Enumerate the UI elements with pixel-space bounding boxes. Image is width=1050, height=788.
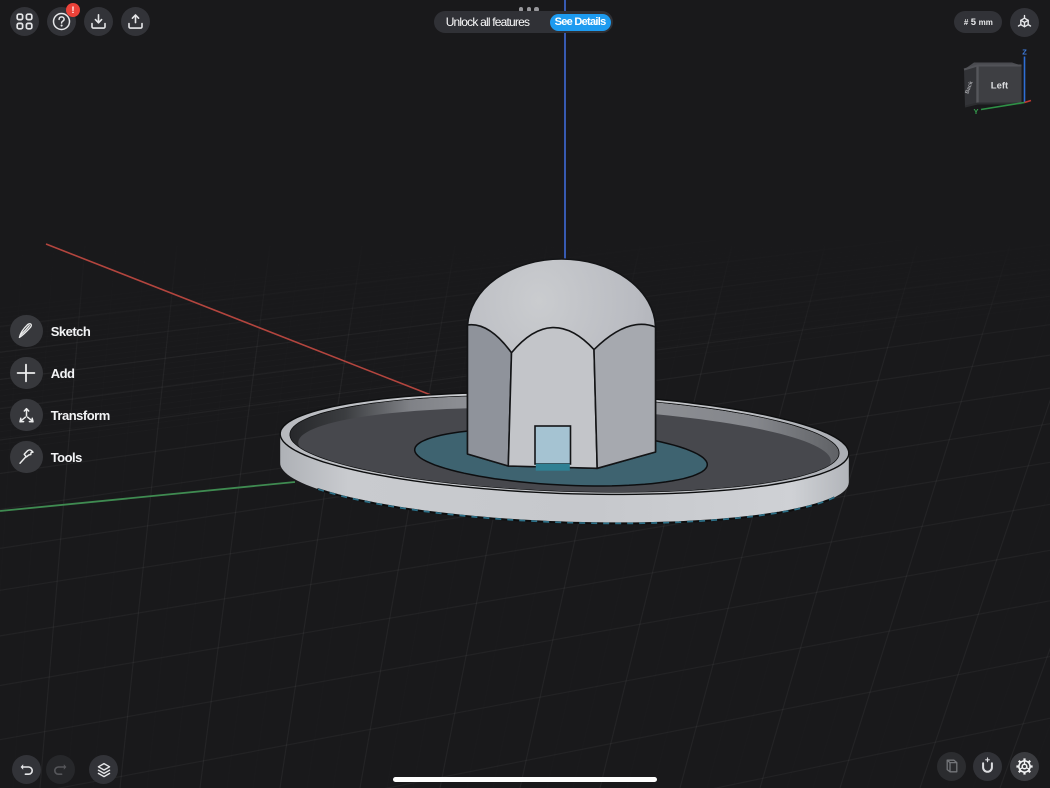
svg-text:Y: Y xyxy=(973,107,978,116)
svg-text:Left: Left xyxy=(991,81,1009,92)
svg-text:Z: Z xyxy=(1022,48,1027,57)
